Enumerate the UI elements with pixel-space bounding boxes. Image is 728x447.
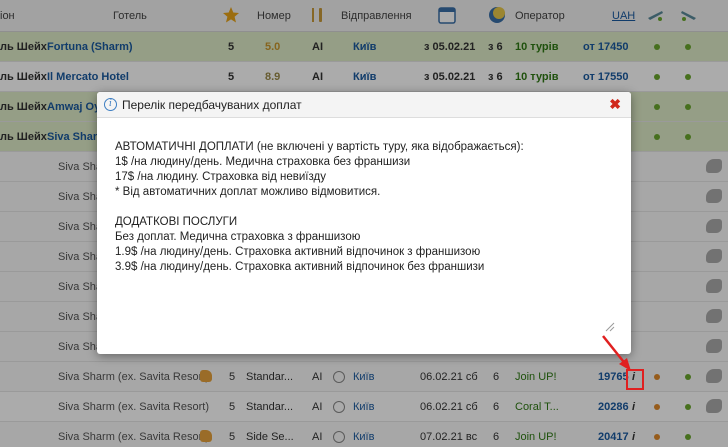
highlight-box-annotation bbox=[626, 369, 644, 390]
red-arrow-annotation bbox=[602, 335, 631, 371]
